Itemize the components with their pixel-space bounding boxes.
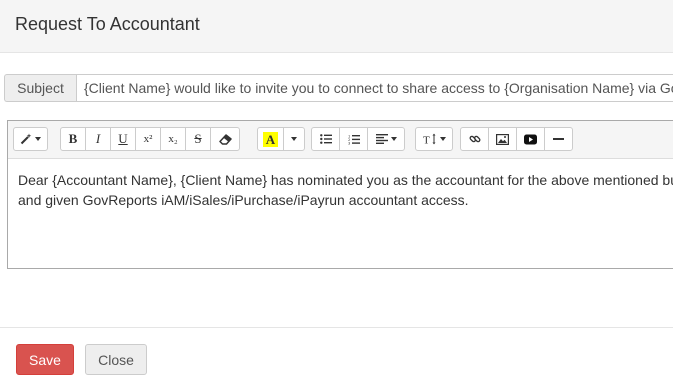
- superscript-button[interactable]: x²: [135, 127, 161, 151]
- close-button[interactable]: Close: [85, 344, 147, 375]
- unordered-list-icon: [319, 134, 332, 144]
- modal-title: Request To Accountant: [15, 14, 200, 34]
- bold-button[interactable]: B: [60, 127, 86, 151]
- magic-wand-icon: [20, 133, 32, 145]
- modal-header: Request To Accountant: [0, 0, 673, 53]
- chevron-down-icon: [390, 137, 397, 141]
- line-height-button[interactable]: T: [415, 127, 453, 151]
- horizontal-rule-button[interactable]: [544, 127, 573, 151]
- subject-label: Subject: [4, 74, 76, 102]
- link-button[interactable]: [460, 127, 489, 151]
- subject-input[interactable]: {Client Name} would like to invite you t…: [76, 74, 673, 102]
- strikethrough-button[interactable]: S: [185, 127, 211, 151]
- recent-color-button[interactable]: A: [257, 127, 284, 151]
- editor-line-2: and given GovReports iAM/iSales/iPurchas…: [18, 192, 469, 208]
- text-height-icon: T: [423, 133, 435, 146]
- video-icon: [524, 134, 537, 144]
- editor-content[interactable]: Dear {Accountant Name}, {Client Name} ha…: [8, 159, 673, 221]
- modal-footer: Save Close: [0, 327, 673, 381]
- list-group: 1 2 3: [311, 127, 405, 151]
- editor-line-1: Dear {Accountant Name}, {Client Name} ha…: [18, 172, 673, 188]
- ordered-list-icon: 1 2 3: [348, 134, 360, 145]
- rich-text-editor: B I U x² x₂ S A 1 2 3 T Dear {Accountant…: [7, 120, 673, 269]
- unordered-list-button[interactable]: [311, 127, 340, 151]
- style-group: [13, 127, 48, 151]
- picture-icon: [496, 133, 509, 145]
- eraser-icon: [218, 133, 232, 145]
- style-button[interactable]: [13, 127, 48, 151]
- color-group: A: [257, 127, 305, 151]
- svg-text:T: T: [423, 135, 430, 146]
- svg-text:3: 3: [348, 141, 350, 144]
- horizontal-rule-icon: [553, 138, 564, 140]
- chevron-down-icon: [35, 137, 41, 141]
- font-style-group: B I U x² x₂ S: [60, 127, 240, 151]
- color-dropdown-button[interactable]: [283, 127, 305, 151]
- chevron-down-icon: [439, 137, 446, 141]
- chevron-down-icon: [291, 137, 297, 141]
- italic-button[interactable]: I: [85, 127, 111, 151]
- link-icon: [469, 135, 480, 143]
- video-button[interactable]: [516, 127, 545, 151]
- align-left-icon: [375, 134, 388, 144]
- ordered-list-button[interactable]: 1 2 3: [339, 127, 368, 151]
- color-letter: A: [262, 131, 279, 147]
- picture-button[interactable]: [488, 127, 517, 151]
- subscript-button[interactable]: x₂: [160, 127, 186, 151]
- underline-button[interactable]: U: [110, 127, 136, 151]
- paragraph-button[interactable]: [367, 127, 405, 151]
- height-group: T: [415, 127, 453, 151]
- editor-toolbar: B I U x² x₂ S A 1 2 3 T: [8, 121, 673, 159]
- subject-row: Subject {Client Name} would like to invi…: [4, 74, 673, 102]
- insert-group: [460, 127, 573, 151]
- save-button[interactable]: Save: [16, 344, 74, 375]
- clear-format-button[interactable]: [210, 127, 240, 151]
